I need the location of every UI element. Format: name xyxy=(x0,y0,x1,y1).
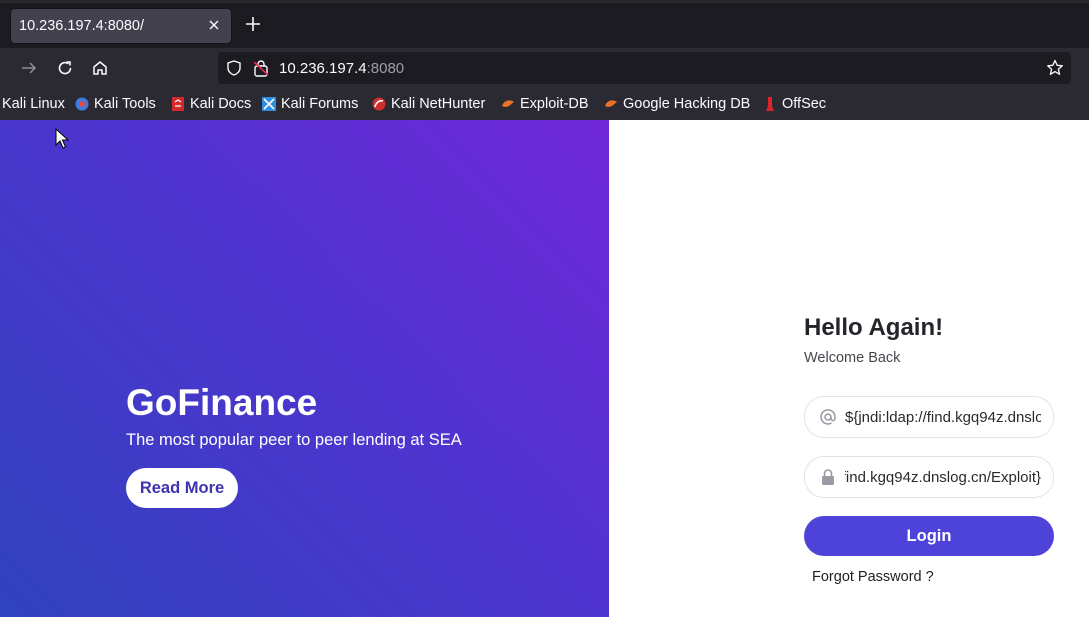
username-input[interactable] xyxy=(845,397,1041,437)
tab-strip: 10.236.197.4:8080/ xyxy=(0,0,1089,48)
tab-title: 10.236.197.4:8080/ xyxy=(19,18,144,34)
url-text[interactable]: 10.236.197.4:8080 xyxy=(279,60,404,77)
bookmark-label: Kali Tools xyxy=(94,96,156,112)
bookmark-label: OffSec xyxy=(782,96,827,112)
active-tab[interactable]: 10.236.197.4:8080/ xyxy=(11,9,231,43)
bookmark-label: Kali Forums xyxy=(281,96,359,112)
new-tab-icon[interactable] xyxy=(243,14,263,34)
bookmark-label: Kali NetHunter xyxy=(391,96,486,112)
url-bar[interactable]: 10.236.197.4:8080 xyxy=(218,52,1071,84)
read-more-button[interactable]: Read More xyxy=(126,468,238,508)
bookmark-kali-tools[interactable]: Kali Tools xyxy=(75,95,156,113)
bookmark-star-icon[interactable] xyxy=(1046,59,1064,77)
login-subtitle: Welcome Back xyxy=(804,350,901,366)
login-button[interactable]: Login xyxy=(804,516,1054,556)
bookmark-label: Kali Linux xyxy=(2,96,65,112)
bookmark-exploit-db[interactable]: Exploit-DB xyxy=(501,95,589,113)
password-field[interactable] xyxy=(804,456,1054,498)
kali-docs-icon xyxy=(171,97,185,111)
hero-subtitle: The most popular peer to peer lending at… xyxy=(126,431,462,449)
url-port: :8080 xyxy=(366,60,405,77)
tab-strip-border xyxy=(0,0,1089,3)
exploit-db-icon xyxy=(501,97,515,111)
password-input[interactable] xyxy=(845,457,1041,497)
navigation-toolbar: 10.236.197.4:8080 xyxy=(0,48,1089,88)
kali-forums-icon xyxy=(262,97,276,111)
forward-arrow-icon[interactable] xyxy=(17,56,41,80)
bookmark-offsec[interactable]: OffSec xyxy=(763,95,826,113)
hero-panel: GoFinance The most popular peer to peer … xyxy=(0,120,609,617)
bookmark-label: Google Hacking DB xyxy=(623,96,751,112)
hero-title: GoFinance xyxy=(126,382,318,423)
reload-icon[interactable] xyxy=(53,56,77,80)
tab-close-icon[interactable] xyxy=(206,17,222,33)
home-icon[interactable] xyxy=(88,56,112,80)
ghdb-icon xyxy=(604,97,618,111)
page-content: GoFinance The most popular peer to peer … xyxy=(0,120,1089,617)
bookmark-google-hacking-db[interactable]: Google Hacking DB xyxy=(604,95,750,113)
bookmark-kali-forums[interactable]: Kali Forums xyxy=(262,95,358,113)
offsec-icon xyxy=(763,97,777,111)
bookmarks-toolbar: Kali Linux Kali Tools Kali Docs Kali For… xyxy=(0,88,1089,121)
bookmark-label: Exploit-DB xyxy=(520,96,589,112)
kali-nethunter-icon xyxy=(372,97,386,111)
tracking-shield-icon[interactable] xyxy=(226,60,242,76)
url-host: 10.236.197.4 xyxy=(279,60,367,77)
kali-tools-icon xyxy=(75,97,89,111)
mouse-cursor-icon xyxy=(55,127,70,150)
bookmark-kali-docs[interactable]: Kali Docs xyxy=(171,95,251,113)
login-title: Hello Again! xyxy=(804,314,944,341)
forgot-password-link[interactable]: Forgot Password ? xyxy=(812,569,934,585)
at-sign-icon xyxy=(819,408,837,426)
bookmark-kali-linux[interactable]: Kali Linux xyxy=(2,95,65,113)
bookmark-kali-nethunter[interactable]: Kali NetHunter xyxy=(372,95,485,113)
username-field[interactable] xyxy=(804,396,1054,438)
bookmark-label: Kali Docs xyxy=(190,96,252,112)
insecure-lock-icon[interactable] xyxy=(253,59,269,77)
lock-icon xyxy=(819,468,837,486)
